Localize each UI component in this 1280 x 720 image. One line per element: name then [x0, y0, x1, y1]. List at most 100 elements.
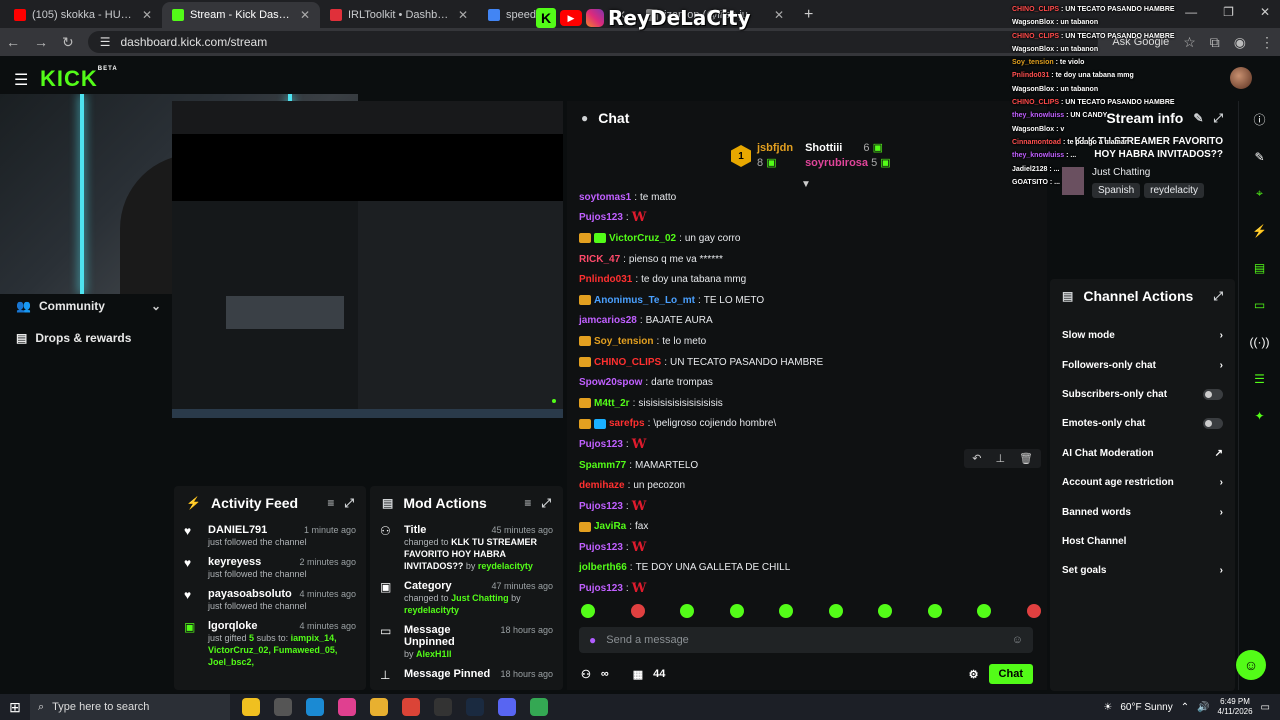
chat-username[interactable]: demihaze — [579, 480, 625, 491]
target-icon[interactable]: ⌖ — [1239, 175, 1280, 212]
forward-icon[interactable]: → — [34, 34, 48, 50]
chat-username[interactable]: jolberth66 — [579, 562, 627, 573]
microphone-icon[interactable]: ● — [589, 633, 596, 647]
mod-action-user[interactable]: reydelacityty — [404, 605, 459, 615]
chat-username[interactable]: VictorCruz_02 — [609, 233, 676, 244]
tab-close-icon[interactable]: ✕ — [458, 8, 468, 22]
broadcast-icon[interactable]: ((·)) — [1239, 323, 1280, 360]
popout-icon[interactable]: ⤢ — [541, 496, 551, 511]
emote-icon[interactable] — [680, 604, 695, 618]
taskbar-search[interactable]: ⌕ Type here to search — [30, 694, 230, 720]
chat-username[interactable]: sarefps — [609, 418, 645, 429]
bolt-icon[interactable]: ⚡ — [1239, 212, 1280, 249]
browser-tab[interactable]: IRLToolkit • Dashboard ✕ — [320, 2, 478, 28]
reply-icon[interactable]: ↶ — [972, 452, 981, 465]
chrome-active-icon[interactable] — [530, 698, 548, 716]
browser-tab[interactable]: Stream - Kick Dashboard ✕ — [162, 2, 320, 28]
list-icon[interactable]: ☰ — [1239, 360, 1280, 397]
chat-username[interactable]: Pujos123 — [579, 212, 623, 223]
channel-action-slow-mode[interactable]: Slow mode › — [1050, 321, 1235, 350]
tab-close-icon[interactable]: ✕ — [300, 8, 310, 22]
steam-icon[interactable] — [466, 698, 484, 716]
emote-icon[interactable] — [927, 604, 942, 618]
activity-username[interactable]: keyreyess — [208, 556, 261, 568]
file-explorer-icon[interactable] — [370, 698, 388, 716]
wrench-icon[interactable]: ✦ — [1239, 397, 1280, 434]
channel-action-host-channel[interactable]: Host Channel — [1050, 527, 1235, 556]
channel-action-banned-words[interactable]: Banned words › — [1050, 497, 1235, 526]
chat-username[interactable]: jamcarios28 — [579, 315, 637, 326]
browser-menu-icon[interactable]: ⋮ — [1260, 34, 1274, 51]
chat-username[interactable]: soytomas1 — [579, 192, 631, 203]
popout-icon[interactable]: ⤢ — [344, 496, 354, 511]
toggle-switch[interactable] — [1203, 388, 1223, 400]
document-icon[interactable]: ▤ — [1239, 249, 1280, 286]
gifter-first-name[interactable]: jsbfjdn — [757, 141, 793, 156]
emote-icon[interactable] — [977, 604, 992, 618]
support-chat-icon[interactable]: ☺ — [1236, 650, 1266, 680]
taskbar-app-icon[interactable] — [242, 698, 260, 716]
back-icon[interactable]: ← — [6, 34, 20, 50]
tab-close-icon[interactable]: ✕ — [774, 8, 784, 22]
activity-username[interactable]: lgorqloke — [208, 620, 258, 632]
emote-icon[interactable] — [630, 604, 645, 618]
emote-icon[interactable] — [779, 604, 794, 618]
chat-username[interactable]: Pujos123 — [579, 501, 623, 512]
emote-icon[interactable] — [729, 604, 744, 618]
reload-icon[interactable]: ↻ — [62, 34, 74, 51]
gifter-second-name[interactable]: Shottiii — [805, 142, 842, 154]
toggle-switch[interactable] — [1203, 418, 1223, 430]
mod-action-user[interactable]: AlexH1ll — [416, 649, 452, 659]
filter-icon[interactable]: ≡ — [524, 496, 531, 510]
channel-action-emotes-only-chat[interactable]: Emotes-only chat — [1050, 409, 1235, 438]
kick-logo[interactable]: KICKBETA — [40, 66, 118, 92]
chrome-icon[interactable] — [402, 698, 420, 716]
activity-username[interactable]: DANIEL791 — [208, 524, 267, 536]
discord-icon[interactable] — [498, 698, 516, 716]
chat-icon[interactable]: ▭ — [1239, 286, 1280, 323]
url-field[interactable]: ☰ dashboard.kick.com/stream — [87, 31, 1099, 53]
volume-icon[interactable]: 🔊 — [1197, 702, 1209, 713]
close-window-icon[interactable]: ✕ — [1260, 5, 1270, 19]
chat-username[interactable]: Pnlindo031 — [579, 274, 632, 285]
user-avatar[interactable] — [1230, 67, 1252, 89]
photos-icon[interactable] — [338, 698, 356, 716]
channel-action-subscribers-only-chat[interactable]: Subscribers-only chat — [1050, 380, 1235, 409]
pin-icon[interactable]: ⊥ — [995, 452, 1005, 465]
emote-icon[interactable] — [581, 604, 595, 618]
info-icon[interactable]: ⓘ — [1239, 101, 1280, 138]
clock[interactable]: 6:49 PM 4/11/2026 — [1218, 697, 1253, 717]
emote-icon[interactable] — [828, 604, 843, 618]
activity-username[interactable]: payasoabsoluto — [208, 588, 292, 600]
chat-input[interactable]: ● Send a message ☺ — [579, 627, 1033, 653]
chat-username[interactable]: Pujos123 — [579, 583, 623, 594]
channel-action-account-age-restriction[interactable]: Account age restriction › — [1050, 468, 1235, 497]
notification-icon[interactable]: ▭ — [1261, 702, 1270, 713]
chat-send-button[interactable]: Chat — [988, 664, 1033, 684]
chat-username[interactable]: RICK_47 — [579, 254, 620, 265]
obs-icon[interactable] — [434, 698, 452, 716]
emote-icon[interactable] — [878, 604, 893, 618]
chat-username[interactable]: Anonimus_Te_Lo_mt — [594, 295, 695, 306]
stream-preview[interactable] — [172, 101, 563, 418]
edit-icon[interactable]: ✎ — [1239, 138, 1280, 175]
site-info-icon[interactable]: ☰ — [100, 35, 111, 49]
chat-username[interactable]: Pujos123 — [579, 542, 623, 553]
new-tab-button[interactable]: + — [794, 6, 823, 28]
mod-action-user[interactable]: reydelacityty — [478, 561, 533, 571]
emoji-icon[interactable]: ☺ — [1012, 634, 1023, 646]
profile-icon[interactable]: ◉ — [1234, 34, 1246, 51]
chat-username[interactable]: CHINO_CLIPS — [594, 357, 661, 368]
channel-action-ai-chat-moderation[interactable]: AI Chat Moderation ↗ — [1050, 439, 1235, 468]
sidebar-item-drops[interactable]: ▤ Drops & rewards — [16, 331, 161, 345]
task-view-icon[interactable] — [274, 698, 292, 716]
channel-action-followers-only-chat[interactable]: Followers-only chat › — [1050, 350, 1235, 379]
browser-tab[interactable]: (105) skokka - HUAN 62 - (Vid ✕ — [4, 2, 162, 28]
chat-username[interactable]: Soy_tension — [594, 336, 653, 347]
tab-close-icon[interactable]: ✕ — [142, 8, 152, 22]
chat-username[interactable]: Spamm77 — [579, 460, 626, 471]
gifter-third-name[interactable]: soyrubirosa — [805, 157, 868, 169]
emote-icon[interactable] — [1026, 604, 1041, 618]
filter-icon[interactable]: ≡ — [327, 496, 334, 510]
chat-username[interactable]: Spow20spow — [579, 377, 642, 388]
